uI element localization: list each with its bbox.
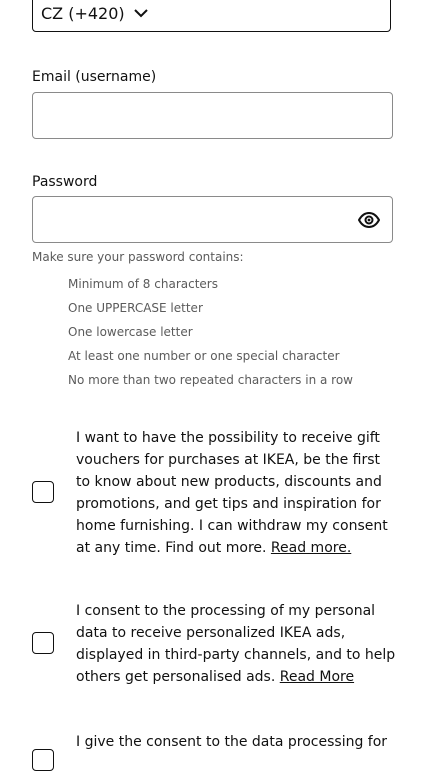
country-code-value: CZ (+420) <box>41 3 125 23</box>
read-more-link[interactable]: Read more. <box>271 540 351 556</box>
consent-ads-text: I consent to the processing of my person… <box>76 603 396 685</box>
country-code-select[interactable]: CZ (+420) <box>32 0 391 32</box>
consent-data-processing-checkbox[interactable] <box>32 749 54 771</box>
consent-ads-checkbox[interactable] <box>32 632 54 654</box>
email-field-wrapper <box>32 92 393 139</box>
password-hint: Make sure your password contains: <box>32 250 244 264</box>
list-item: One lowercase letter <box>68 325 193 339</box>
consent-marketing-checkbox[interactable] <box>32 481 54 503</box>
show-password-button[interactable] <box>358 210 380 230</box>
read-more-link[interactable]: Read More <box>280 669 354 685</box>
list-item: No more than two repeated characters in … <box>68 373 353 387</box>
consent-data-processing-text: I give the consent to the data processin… <box>76 734 388 750</box>
list-item: One UPPERCASE letter <box>68 301 203 315</box>
list-item: At least one number or one special chara… <box>68 349 340 363</box>
consent-marketing: I want to have the possibility to receiv… <box>32 427 393 561</box>
consent-marketing-text: I want to have the possibility to receiv… <box>76 430 388 556</box>
eye-icon <box>358 212 380 228</box>
password-label: Password <box>32 174 98 190</box>
password-requirements: Minimum of 8 characters One UPPERCASE le… <box>68 276 353 396</box>
list-item: Minimum of 8 characters <box>68 277 218 291</box>
email-label: Email (username) <box>32 69 157 85</box>
consent-ads: I consent to the processing of my person… <box>32 600 396 690</box>
consent-data-processing: I give the consent to the data processin… <box>32 731 393 771</box>
email-field[interactable] <box>33 93 392 138</box>
chevron-down-icon <box>133 9 148 18</box>
password-field-wrapper <box>32 196 393 243</box>
password-field[interactable] <box>33 197 392 242</box>
